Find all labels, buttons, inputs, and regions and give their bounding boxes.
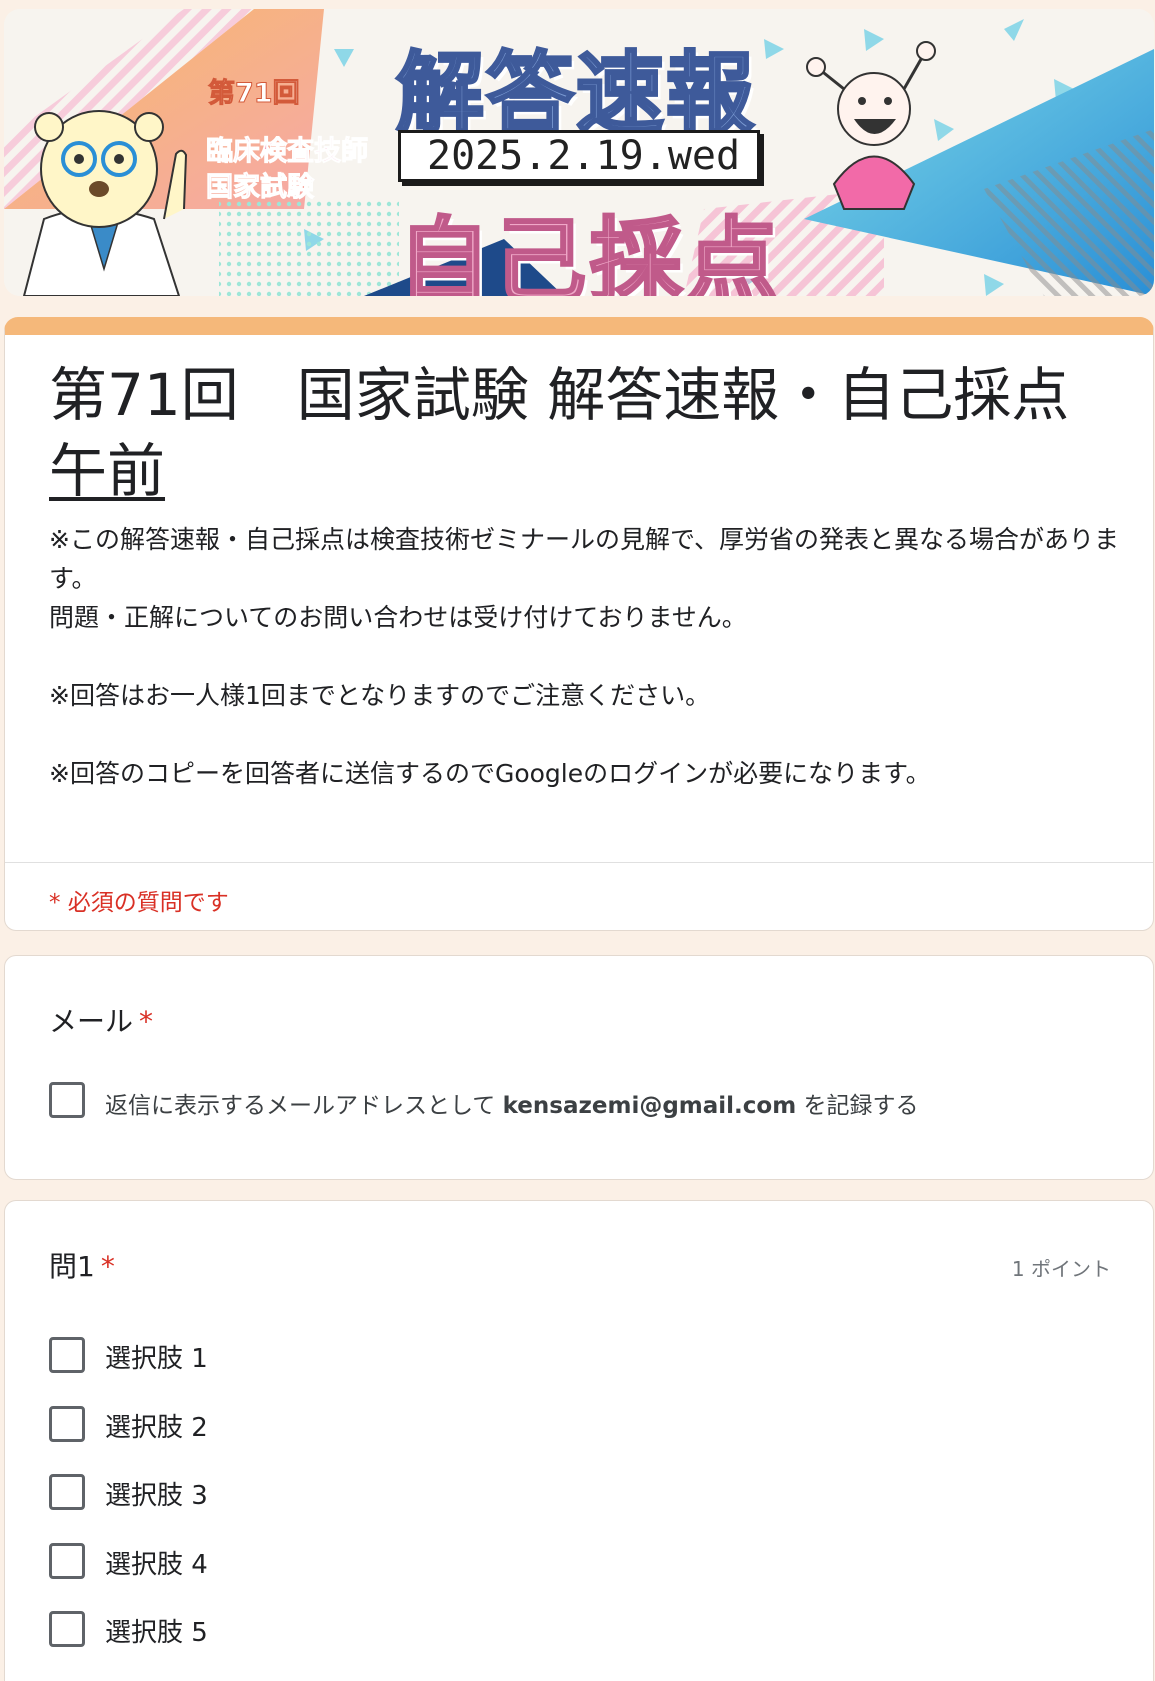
email-question-label: メール * [49, 1000, 153, 1040]
description-line: ※この解答速報・自己採点は検査技術ゼミナールの見解で、厚労省の発表と異なる場合が… [49, 525, 1119, 593]
form-page: 第71回 臨床検査技師 国家試験 解答速報 2025.2.19.wed 自己採点… [0, 0, 1155, 1681]
question-1-card: 問1 * 1 ポイント 選択肢 1 選択肢 2 選択肢 3 選択肢 4 選択肢 5 [4, 1200, 1154, 1681]
form-description: ※この解答速報・自己採点は検査技術ゼミナールの見解で、厚労省の発表と異なる場合が… [49, 520, 1129, 793]
header-banner-image: 第71回 臨床検査技師 国家試験 解答速報 2025.2.19.wed 自己採点 [4, 9, 1154, 296]
option-2-label[interactable]: 選択肢 2 [105, 1407, 208, 1444]
option-5-label[interactable]: 選択肢 5 [105, 1612, 208, 1649]
description-line: 問題・正解についてのお問い合わせは受け付けておりません。 [49, 603, 747, 632]
banner-round: 第71回 [208, 78, 301, 110]
record-email-address: kensazemi@gmail.com [502, 1093, 797, 1119]
banner-exam-line1: 臨床検査技師 [206, 136, 369, 168]
question-1-label: 問1 * [49, 1245, 115, 1285]
option-3-checkbox[interactable] [49, 1474, 85, 1510]
record-email-prefix: 返信に表示するメールアドレスとして [105, 1093, 496, 1119]
option-3-label[interactable]: 選択肢 3 [105, 1475, 208, 1512]
option-4-checkbox[interactable] [49, 1543, 85, 1579]
required-star: * [139, 1005, 154, 1038]
option-1-checkbox[interactable] [49, 1337, 85, 1373]
description-line: ※回答のコピーを回答者に送信するのでGoogleのログインが必要になります。 [49, 759, 931, 788]
description-line [49, 637, 1129, 676]
record-email-checkbox[interactable] [49, 1082, 85, 1118]
option-2-checkbox[interactable] [49, 1406, 85, 1442]
email-label-text: メール [49, 1005, 134, 1038]
option-1-label[interactable]: 選択肢 1 [105, 1338, 208, 1375]
required-note: * 必須の質問です [49, 890, 229, 916]
form-title-line1: 第71回 国家試験 解答速報・自己採点 [49, 361, 1070, 429]
question-points: 1 ポイント [1011, 1257, 1111, 1281]
required-star: * [100, 1250, 115, 1283]
form-header-card: 第71回 国家試験 解答速報・自己採点 午前 ※この解答速報・自己採点は検査技術… [4, 317, 1154, 931]
record-email-label[interactable]: 返信に表示するメールアドレスとして kensazemi@gmail.com を記… [105, 1086, 919, 1120]
form-title: 第71回 国家試験 解答速報・自己採点 午前 [49, 357, 1129, 509]
description-line: ※回答はお一人様1回までとなりますのでご注意ください。 [49, 681, 711, 710]
question-1-text: 問1 [49, 1250, 95, 1283]
header-divider [5, 862, 1153, 863]
description-line [49, 715, 1129, 754]
option-4-label[interactable]: 選択肢 4 [105, 1544, 208, 1581]
option-5-checkbox[interactable] [49, 1611, 85, 1647]
email-question-card: メール * 返信に表示するメールアドレスとして kensazemi@gmail.c… [4, 955, 1154, 1180]
record-email-suffix: を記録する [803, 1093, 919, 1119]
form-title-line2: 午前 [49, 437, 166, 505]
banner-exam-line2: 国家試験 [206, 172, 315, 204]
banner-subtitle: 自己採点 [396, 207, 783, 297]
banner-date: 2025.2.19.wed [398, 130, 760, 182]
